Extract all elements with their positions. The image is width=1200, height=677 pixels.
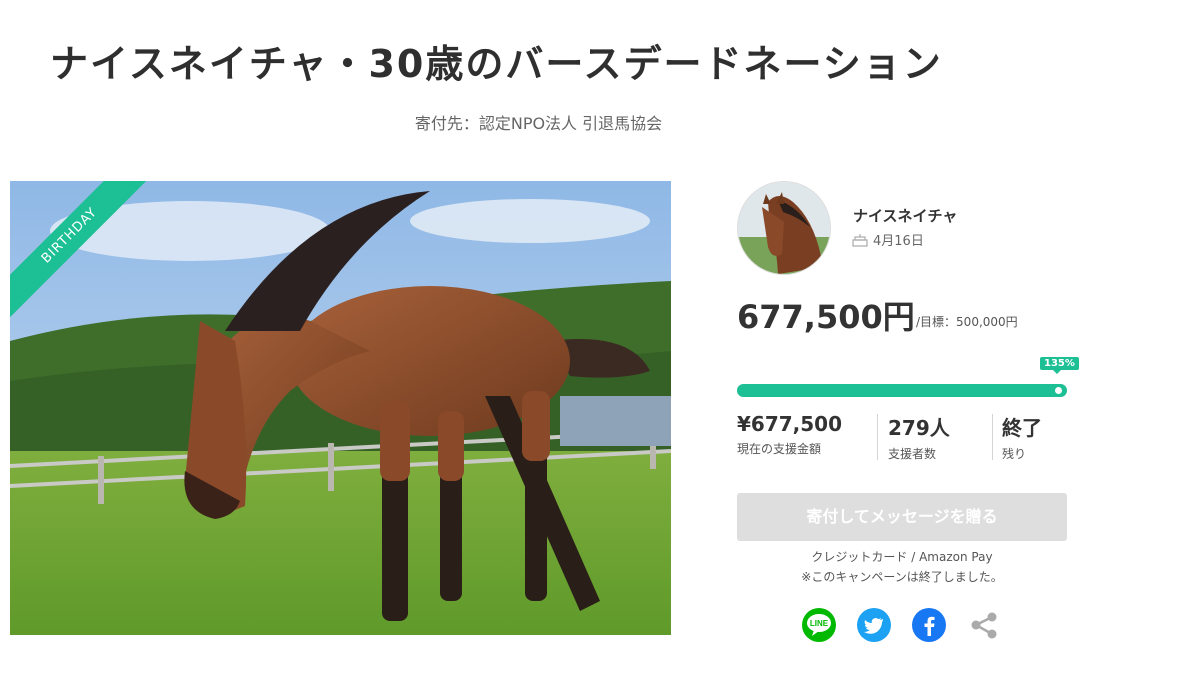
facebook-share-button[interactable]	[912, 608, 946, 642]
donation-recipient: 寄付先：認定NPO法人 引退馬協会	[414, 114, 663, 133]
donate-button[interactable]: 寄付してメッセージを贈る	[737, 493, 1067, 541]
line-icon-text: LINE	[810, 619, 829, 628]
twitter-icon	[857, 608, 891, 642]
stat-supporters-value: 279人	[888, 416, 950, 440]
stat-amount-label: 現在の支援金額	[737, 442, 822, 456]
payment-methods: クレジットカード / Amazon Pay	[811, 550, 993, 564]
stat-divider	[877, 414, 878, 460]
raised-amount: 677,500円	[737, 298, 915, 336]
stat-divider	[992, 414, 993, 460]
percent-badge: 135%	[1040, 357, 1079, 374]
stat-remaining: 終了 残り	[1002, 412, 1042, 462]
campaign-ended-note: ※このキャンペーンは終了しました。	[801, 570, 1003, 584]
progress-bar	[737, 384, 1067, 397]
birthday-text: 4月16日	[873, 234, 924, 249]
stat-amount: ¥677,500 現在の支援金額	[737, 412, 842, 457]
generic-share-button[interactable]	[967, 608, 1001, 642]
stat-amount-value: ¥677,500	[737, 412, 843, 436]
hero-image: BIRTHDAY	[10, 181, 671, 635]
stat-remaining-value: 終了	[1002, 416, 1042, 440]
stat-supporters: 279人 支援者数	[888, 412, 950, 462]
progress-fill	[737, 384, 1067, 397]
cake-icon	[852, 233, 868, 247]
line-icon: LINE	[802, 608, 836, 642]
share-icon	[971, 612, 997, 639]
facebook-icon	[912, 608, 946, 642]
stat-remaining-label: 残り	[1002, 447, 1027, 461]
line-share-button[interactable]: LINE	[802, 608, 836, 642]
page-title: ナイスネイチャ・30歳のバースデードネーション	[50, 42, 943, 87]
stat-supporters-label: 支援者数	[888, 447, 937, 461]
horse-photo	[10, 181, 671, 635]
avatar	[737, 181, 831, 275]
goal-amount: /目標：500,000円	[916, 315, 1018, 329]
horse-name: ナイスネイチャ	[853, 207, 958, 225]
horse-birthday: 4月16日	[852, 230, 924, 249]
twitter-share-button[interactable]	[857, 608, 891, 642]
progress-knob	[1055, 387, 1062, 394]
